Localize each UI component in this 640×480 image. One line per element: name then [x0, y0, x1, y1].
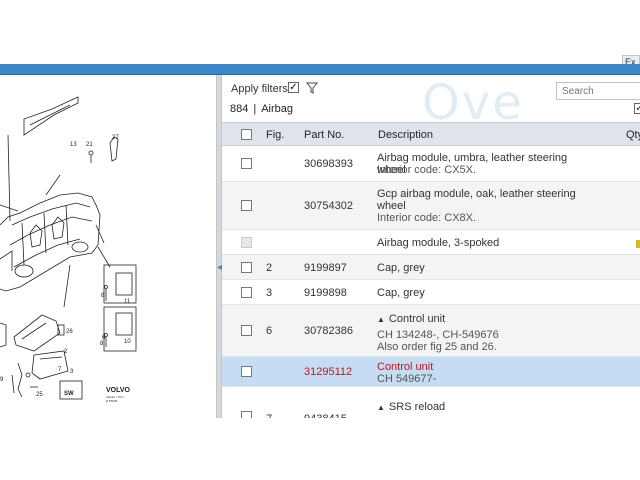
part-number: 9199898	[304, 287, 347, 299]
part-description-group: ▲ SRS reload	[377, 401, 593, 414]
row-checkbox[interactable]	[241, 287, 252, 298]
parts-panel: Apply filters ✓ 884 | Airbag ✓ Fig. Part N…	[222, 75, 640, 418]
col-part-no[interactable]: Part No.	[304, 129, 344, 141]
apply-filters-checkbox[interactable]: ✓	[288, 82, 299, 93]
callout-25: 25	[36, 392, 43, 398]
part-number: 9199897	[304, 262, 347, 274]
table-row[interactable]: 3 9199898 Cap, grey	[222, 280, 640, 305]
volvo-logo: VOLVO	[106, 387, 131, 394]
table-row[interactable]: 30698393 Airbag module, umbra, leather s…	[222, 146, 640, 182]
callout-26: 26	[66, 329, 73, 335]
illustration-panel[interactable]: 13 21 27 8 11 6 25 26 2 3 7 SW 8 9 10 VO…	[0, 75, 216, 418]
part-description: Cap, grey	[377, 287, 425, 299]
part-description: SRS reload	[388, 401, 446, 413]
part-note: Interior code: CX5X.	[377, 164, 477, 176]
filter-funnel-icon[interactable]	[306, 82, 318, 94]
row-checkbox[interactable]	[241, 325, 252, 336]
part-note-2: Also order fig 25 and 26.	[377, 341, 497, 353]
collapse-arrow-icon[interactable]: ◀	[217, 261, 225, 275]
part-description: Airbag module, 3-spoked	[377, 237, 500, 249]
table-row[interactable]: 30754302 Gcp airbag module, oak, leather…	[222, 182, 640, 230]
part-description-group: ▲ Control unit	[377, 313, 593, 326]
callout-27: 27	[112, 135, 119, 141]
part-number: 30754302	[304, 200, 353, 212]
part-description: Control unit	[377, 361, 434, 373]
part-number: 30698393	[304, 158, 353, 170]
fig-number: 2	[266, 262, 273, 274]
table-row[interactable]: 7 9438415 ▲SRS reload	[222, 387, 640, 418]
callout-13: 13	[70, 142, 77, 148]
fig-number: 3	[266, 287, 273, 299]
callout-11: 11	[124, 299, 131, 305]
callout-3: 3	[70, 369, 74, 375]
part-number: 31295112	[304, 366, 353, 378]
callout-21: 21	[86, 142, 93, 148]
app-toolbar	[0, 64, 640, 75]
part-description: Gcp airbag module, oak, leather steering	[377, 188, 576, 200]
table-header: Fig. Part No. Description Qty	[222, 122, 640, 146]
callout-2: 2	[64, 349, 68, 355]
callout-10: 10	[124, 339, 131, 345]
apply-filters-label: Apply filters	[231, 83, 288, 95]
part-note: Interior code: CX8X.	[377, 212, 477, 224]
illustration-id: ill 87645	[106, 399, 118, 403]
part-note: CH 134248-, CH-549676	[377, 329, 499, 341]
row-checkbox[interactable]	[241, 158, 252, 169]
part-description: Control unit	[388, 313, 446, 325]
row-checkbox[interactable]	[241, 200, 252, 211]
col-description[interactable]: Description	[378, 129, 433, 141]
row-checkbox[interactable]	[241, 366, 252, 377]
group-title: 884 | Airbag	[230, 103, 293, 115]
part-description: Cap, grey	[377, 262, 425, 274]
search-input[interactable]	[556, 82, 640, 100]
table-row-selected[interactable]: 31295112 Control unit CH 549677-	[222, 357, 640, 387]
row-checkbox[interactable]	[241, 262, 252, 273]
expand-triangle-icon[interactable]: ▲	[377, 403, 385, 412]
fig-number: 6	[266, 325, 273, 337]
show-qty-checkbox[interactable]: ✓	[634, 103, 640, 114]
select-all-checkbox[interactable]	[241, 129, 252, 140]
part-note: CH 549677-	[377, 373, 437, 385]
bottom-area	[0, 418, 640, 480]
qty-marker	[636, 240, 640, 248]
group-separator: |	[253, 103, 257, 115]
callout-7: 7	[58, 367, 62, 373]
row-checkbox[interactable]	[241, 411, 252, 418]
callout-sw: SW	[64, 391, 74, 397]
table-row[interactable]: 2 9199897 Cap, grey	[222, 255, 640, 280]
airbag-exploded-diagram: 13 21 27 8 11 6 25 26 2 3 7 SW 8 9 10 VO…	[0, 96, 137, 403]
row-checkbox-disabled	[241, 237, 252, 248]
callout-8b: 8	[100, 341, 104, 347]
col-qty[interactable]: Qty	[626, 129, 640, 141]
filter-bar: Apply filters ✓	[222, 75, 640, 100]
callout-9: 9	[0, 377, 4, 383]
part-description-cont: wheel	[377, 200, 406, 212]
group-name: Airbag	[261, 103, 294, 115]
table-row: Airbag module, 3-spoked	[222, 230, 640, 255]
group-number: 884	[230, 103, 249, 115]
part-number: 30782386	[304, 325, 353, 337]
col-fig[interactable]: Fig.	[266, 129, 284, 141]
table-row[interactable]: 6 30782386 ▲ Control unit CH 134248-, CH-…	[222, 305, 640, 357]
top-area	[0, 0, 640, 64]
callout-8: 8	[101, 293, 105, 299]
expand-triangle-icon[interactable]: ▲	[377, 315, 385, 324]
